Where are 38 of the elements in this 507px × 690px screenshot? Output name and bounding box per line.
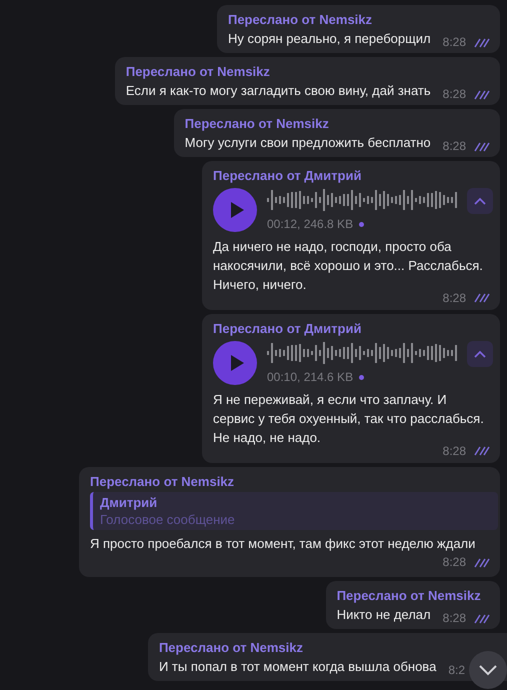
message-text: Ну сорян реально, я переборщил — [228, 31, 431, 46]
transcribe-button[interactable] — [467, 341, 493, 367]
message-time: 8:28 — [442, 86, 466, 103]
message-time: 8:28 — [442, 444, 466, 458]
voice-duration: 00:10, 214.6 KB — [267, 370, 354, 384]
message-text: И ты попал в тот момент когда вышла обнова — [158, 659, 436, 674]
message-time: 8:28 — [442, 554, 466, 571]
reply-quote[interactable]: Дмитрий Голосовое сообщение — [90, 492, 498, 530]
message-text: Никто не делал — [336, 607, 431, 622]
message-text: Могу услуги свои предложить бесплатно — [184, 135, 431, 150]
message-time: 8:28 — [442, 138, 466, 155]
forwarded-label: Переслано от Nemsikz — [126, 63, 271, 80]
transcribe-button[interactable] — [467, 188, 493, 214]
forwarded-label: Переслано от Дмитрий — [213, 320, 362, 337]
forwarded-label: Переслано от Nemsikz — [90, 473, 236, 490]
voice-duration: 00:12, 246.8 KB — [267, 217, 354, 231]
play-button[interactable] — [213, 341, 257, 385]
quote-text: Голосовое сообщение — [100, 512, 236, 527]
message-time: 8:28 — [442, 34, 466, 51]
chevron-down-icon — [478, 664, 498, 676]
forwarded-label: Переслано от Nemsikz — [184, 115, 330, 132]
play-button[interactable] — [213, 188, 257, 232]
chevron-up-icon — [474, 350, 486, 358]
message-time: 8:28 — [442, 610, 466, 627]
forwarded-label: Переслано от Nemsikz — [228, 11, 374, 28]
message-text: Если я как-то могу загладить свою вину, дай знать — [126, 83, 431, 98]
message-time: 8:2 — [448, 662, 465, 679]
message-text: Я не переживай, я если что заплачу. И сервис у тебя охуенный, так что расслабься. Не надо, не надо. — [213, 391, 485, 446]
chevron-up-icon — [474, 197, 486, 205]
play-icon — [228, 354, 244, 372]
message-text: Я просто проебался в тот момент, там фикс этот неделю ждали — [90, 536, 476, 551]
message-time: 8:28 — [442, 291, 466, 305]
forwarded-label: Переслано от Дмитрий — [213, 167, 362, 184]
play-icon — [228, 201, 244, 219]
forwarded-label: Переслано от Nemsikz — [336, 587, 482, 604]
message-text: Да ничего не надо, господи, просто оба накосячили, всё хорошо и это... Расслабься. Ничего, ничего. — [213, 238, 484, 294]
quote-author: Дмитрий — [100, 495, 158, 510]
forwarded-label: Переслано от Nemsikz — [158, 639, 304, 656]
